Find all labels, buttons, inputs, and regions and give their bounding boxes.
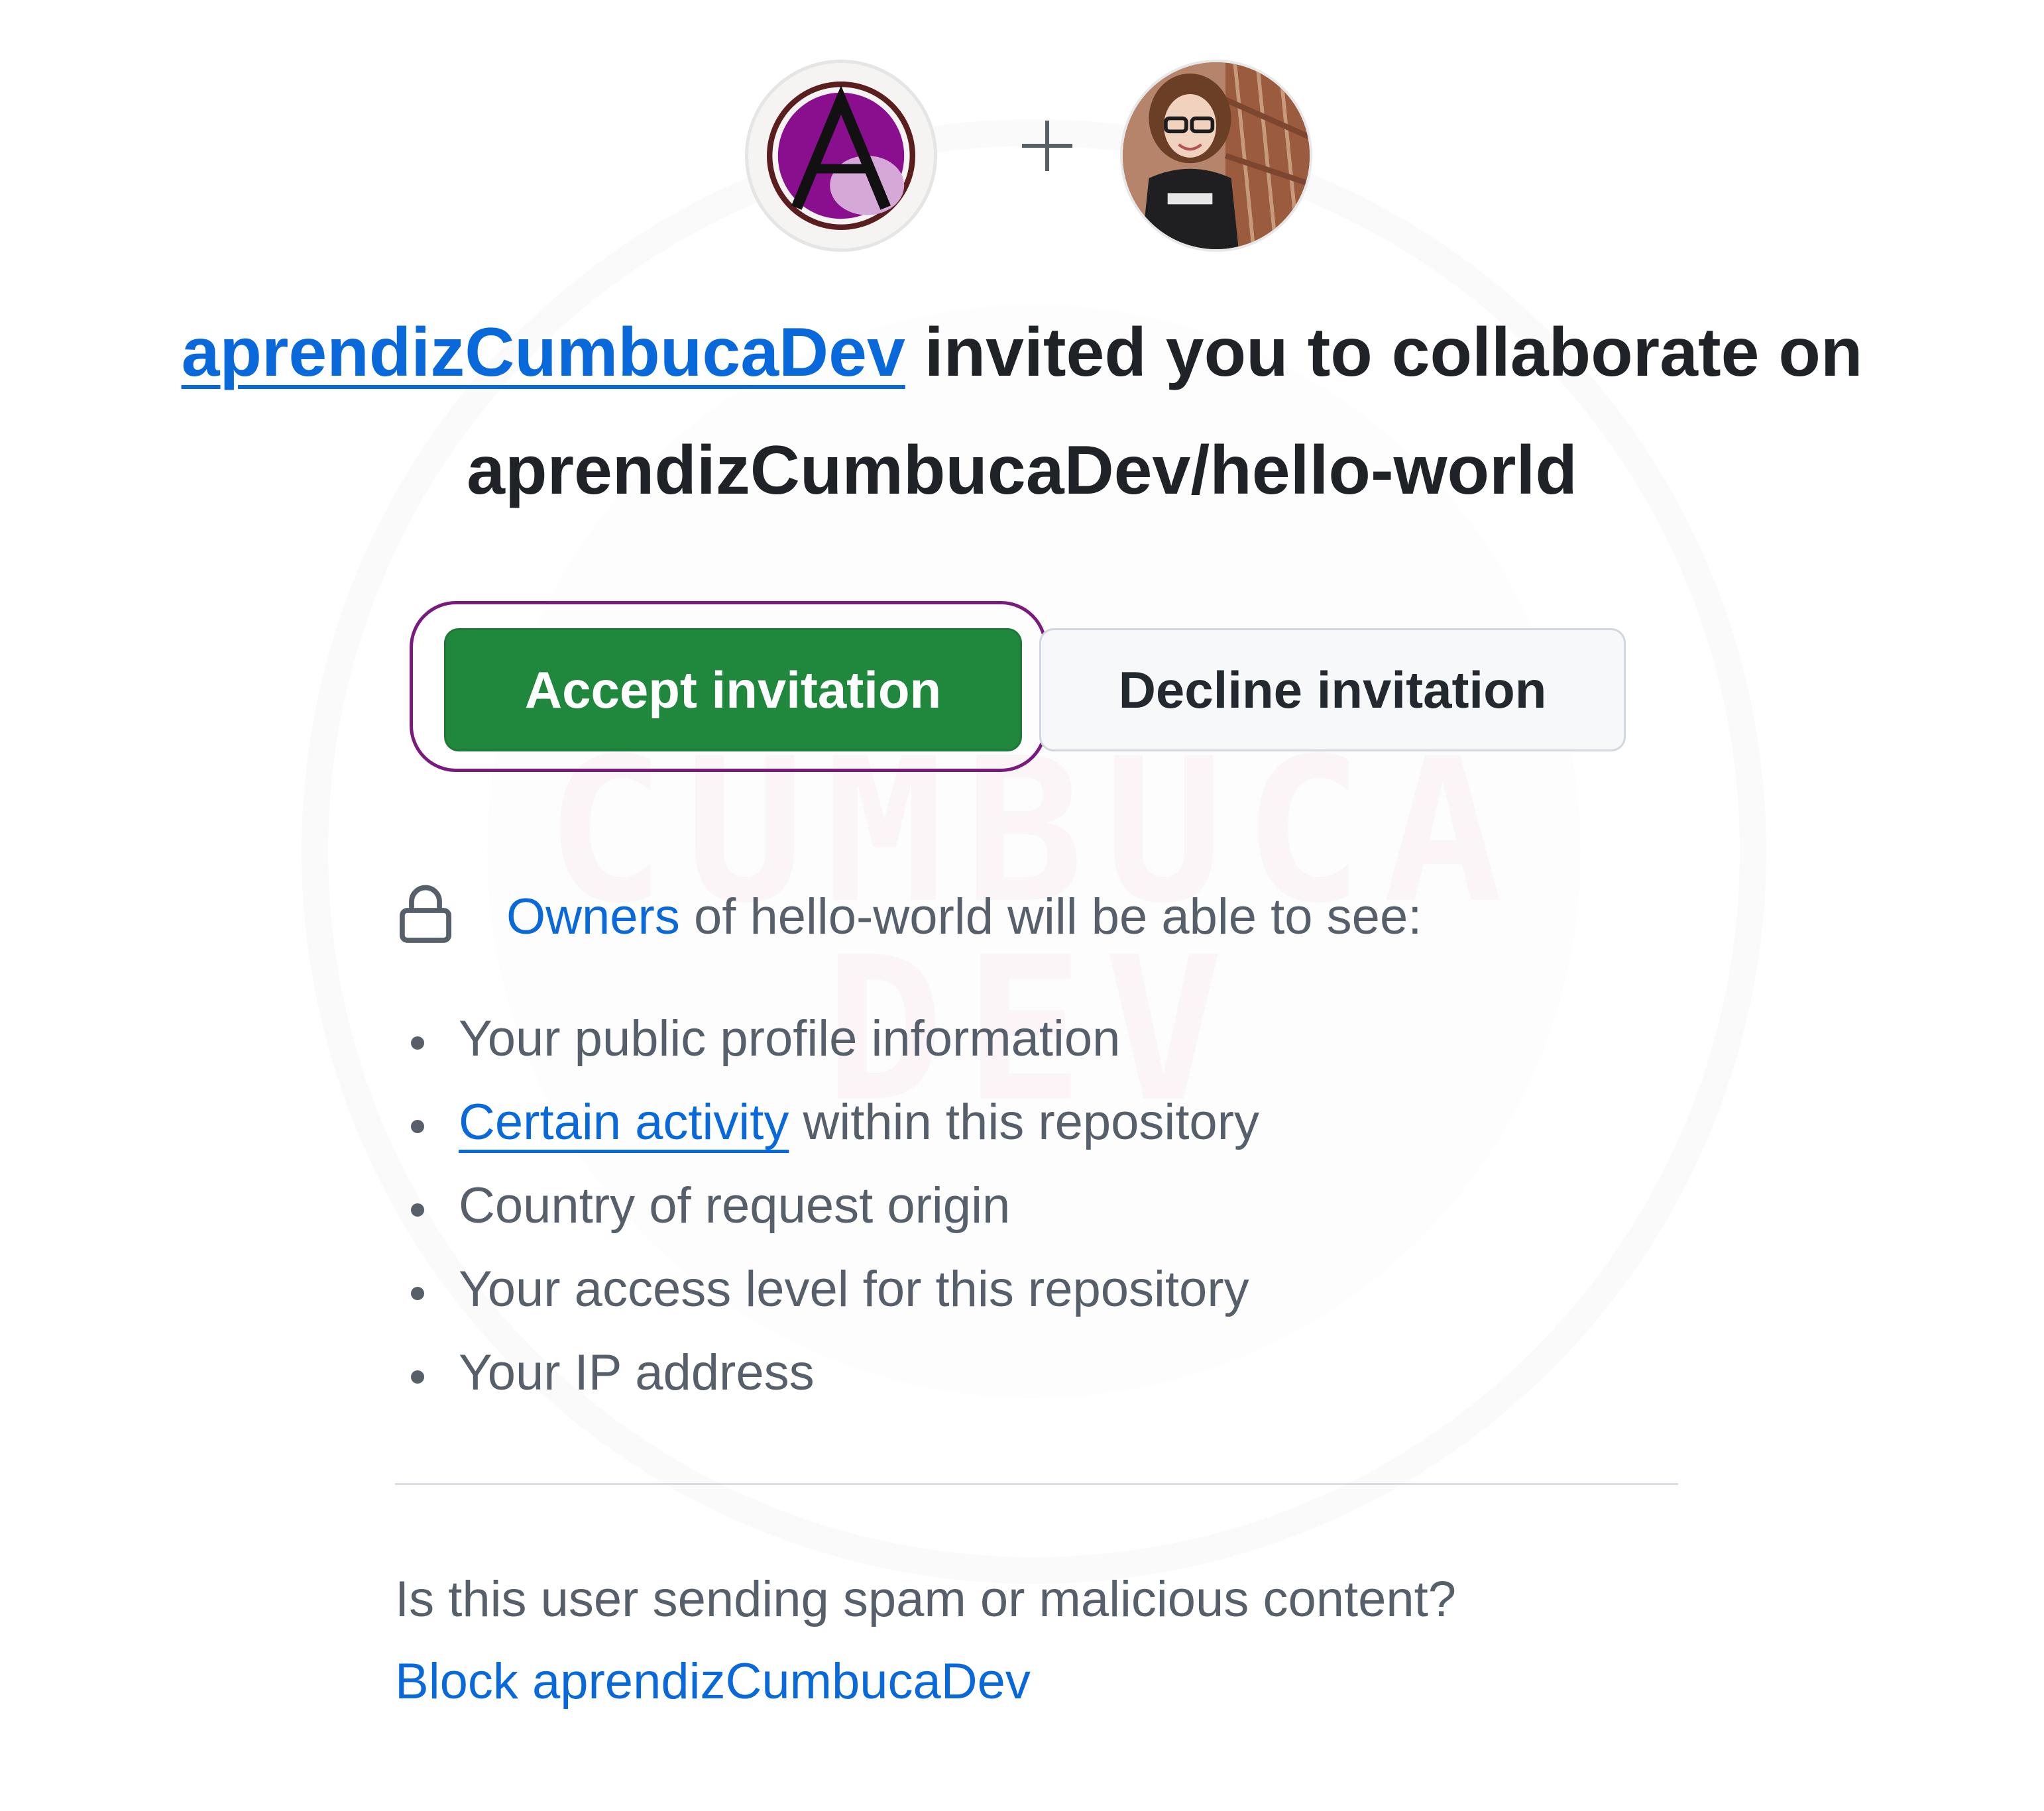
lock-icon (399, 885, 451, 943)
certain-activity-link[interactable]: Certain activity (459, 1094, 789, 1150)
bullet-icon (411, 1287, 424, 1300)
decline-invitation-button[interactable]: Decline invitation (1039, 628, 1626, 751)
visible-info-list: Your public profile information Certain … (406, 1014, 1259, 1431)
owners-link[interactable]: Owners (506, 889, 680, 945)
bullet-icon (411, 1120, 424, 1133)
org-avatar-logo-icon (767, 82, 915, 230)
list-item-text: Your public profile information (459, 1011, 1121, 1067)
invite-text: invited you to collaborate on (924, 314, 1863, 391)
invitation-page: CUMBUCA DEV (0, 0, 2044, 1811)
user-avatar[interactable] (1120, 60, 1312, 252)
owners-description: of hello-world will be able to see: (693, 889, 1422, 945)
list-item: Your public profile information (406, 1014, 1259, 1097)
list-item-text: Country of request origin (459, 1178, 1011, 1234)
org-avatar[interactable] (745, 60, 937, 252)
list-item-text: Your IP address (459, 1345, 815, 1401)
list-item: Your IP address (406, 1348, 1259, 1431)
repository-name: aprendizCumbucaDev/hello-world (467, 432, 1577, 509)
block-user-link[interactable]: Block aprendizCumbucaDev (395, 1657, 1031, 1707)
owners-visibility-text: Owners of hello-world will be able to se… (506, 892, 1422, 942)
section-divider (395, 1483, 1678, 1485)
bullet-icon (411, 1036, 424, 1050)
invitation-heading: aprendizCumbucaDev invited you to collab… (0, 318, 2044, 387)
list-item-text: within this repository (803, 1094, 1260, 1150)
list-item: Your access level for this repository (406, 1264, 1259, 1348)
accept-invitation-button[interactable]: Accept invitation (444, 628, 1022, 751)
inviter-link[interactable]: aprendizCumbucaDev (182, 314, 905, 391)
bullet-icon (411, 1203, 424, 1217)
list-item-text: Your access level for this repository (459, 1261, 1249, 1317)
list-item: Certain activity within this repository (406, 1097, 1259, 1181)
list-item: Country of request origin (406, 1181, 1259, 1264)
spam-question: Is this user sending spam or malicious c… (395, 1571, 1457, 1627)
plus-icon (1021, 119, 1074, 172)
user-avatar-photo-icon (1123, 62, 1310, 249)
bullet-icon (411, 1370, 424, 1384)
